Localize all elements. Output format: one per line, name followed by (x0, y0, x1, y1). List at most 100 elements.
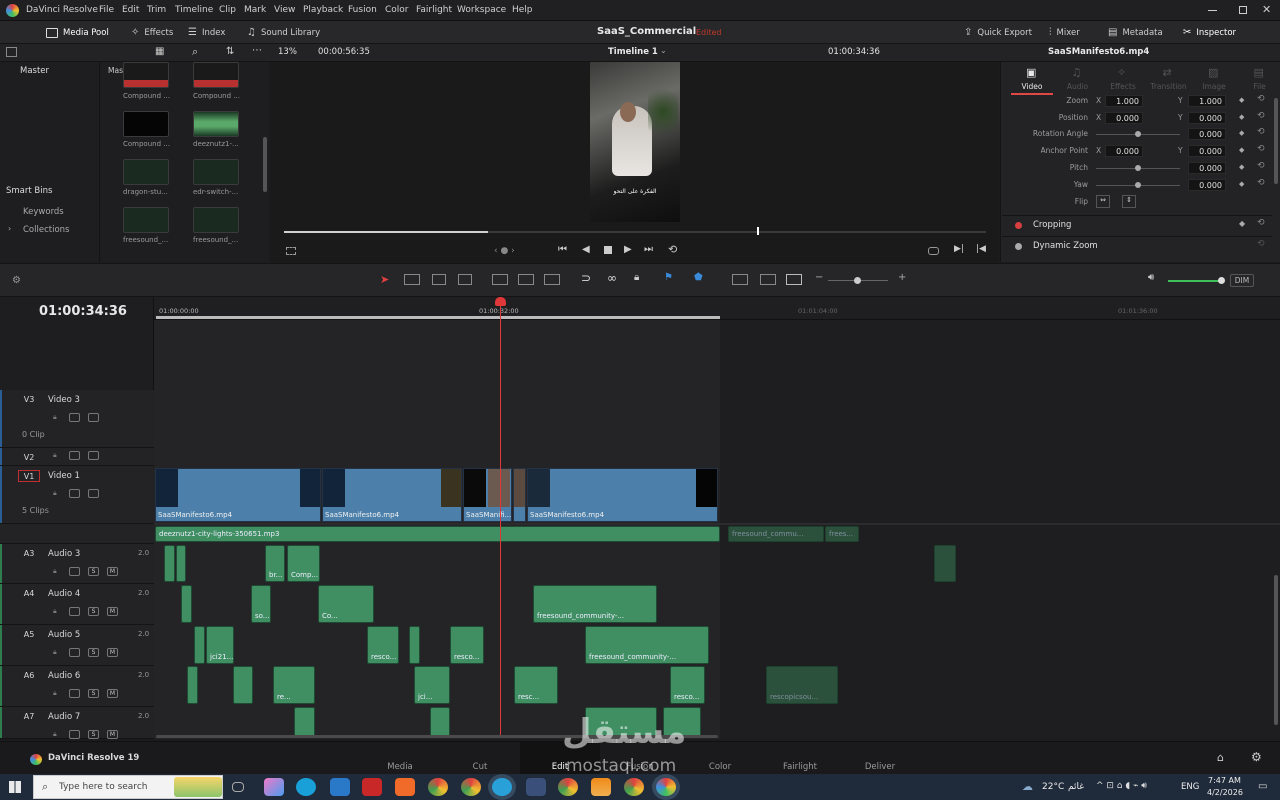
solo-button[interactable]: S (88, 730, 99, 739)
track-header-v2[interactable]: V2 🔒︎ (0, 448, 154, 466)
search-icon[interactable]: ⌕ (192, 45, 198, 59)
panel-toggle-icon[interactable] (6, 47, 17, 57)
audio-clip[interactable] (934, 545, 956, 582)
audio-clip[interactable]: frees... (825, 526, 859, 542)
track-id[interactable]: A7 (18, 711, 40, 723)
track-header-v1[interactable]: V1 Video 1 🔒︎ 5 Clips (0, 466, 154, 524)
video-clip[interactable]: SaaSManifesto6.mp4 (527, 468, 718, 522)
video-clip[interactable]: SaaSManifi... (463, 468, 512, 522)
audio-clip[interactable] (294, 707, 315, 737)
reset-icon[interactable]: ⟲ (1257, 218, 1265, 228)
notification-icon[interactable]: ▭ (1258, 781, 1267, 792)
keyframe-icon[interactable]: ◆ (1239, 219, 1245, 228)
x-value-field[interactable]: 0.000 (1105, 145, 1143, 158)
zoom-in-button[interactable]: + (898, 272, 906, 283)
media-pool-button[interactable]: Media Pool (46, 25, 109, 40)
timeline-options-icon[interactable]: ⚙ (12, 275, 21, 286)
enable-track-icon[interactable] (69, 413, 80, 422)
track-header-a3[interactable]: A3 Audio 3 🔒︎ S M 2.0 (0, 544, 154, 584)
scrubber-playhead[interactable] (756, 227, 759, 235)
mute-button[interactable]: M (107, 607, 118, 616)
volume-icon[interactable]: 🔊︎ (1148, 272, 1154, 283)
audio-clip[interactable]: freesound_commu... (728, 526, 824, 542)
audio-clip[interactable] (187, 666, 198, 704)
video-clip[interactable]: SaaSManifesto6.mp4 (155, 468, 321, 522)
zoom-custom-icon[interactable] (786, 274, 802, 285)
audio-tab-icon[interactable]: ♫ (1072, 66, 1082, 79)
more-icon[interactable]: ⋯ (252, 45, 262, 56)
trim-tool-icon[interactable] (404, 274, 420, 285)
keyframe-icon[interactable]: ◆ (1239, 96, 1244, 104)
list-view-icon[interactable]: ▦ (155, 46, 164, 57)
reset-icon[interactable]: ⟲ (1257, 127, 1265, 137)
selection-tool-icon[interactable]: ➤ (380, 273, 389, 286)
track-id[interactable]: V1 (18, 470, 40, 482)
weather-icon[interactable]: ☁ (1022, 780, 1033, 793)
track-id[interactable]: A4 (18, 588, 40, 600)
audio-clip[interactable]: resco... (670, 666, 705, 704)
audio-clip[interactable] (233, 666, 253, 704)
reset-icon[interactable]: ⟲ (1257, 111, 1265, 121)
solo-button[interactable]: S (88, 648, 99, 657)
audio-clip[interactable]: resc... (514, 666, 558, 704)
mute-button[interactable]: M (107, 648, 118, 657)
x-value-field[interactable]: 1.000 (1105, 95, 1143, 107)
file-tab-icon[interactable]: ▤ (1254, 66, 1264, 79)
track-id[interactable]: A5 (18, 629, 40, 641)
track-header-v3[interactable]: V3 Video 3 🔒︎ 0 Clip (0, 390, 154, 448)
audio-clip[interactable] (181, 585, 192, 623)
linked-selection-icon[interactable]: ∞ (607, 271, 617, 285)
lock-icon[interactable]: 🔒︎ (634, 272, 639, 283)
page-deliver[interactable]: Deliver (840, 742, 920, 775)
mute-button[interactable]: M (107, 689, 118, 698)
media-thumbnail[interactable] (193, 159, 239, 185)
media-thumbnail[interactable] (123, 159, 169, 185)
cropping-section[interactable]: Cropping ◆ ⟲ (1002, 215, 1272, 234)
effects-button[interactable]: ✧ Effects (131, 25, 173, 40)
zoom-out-button[interactable]: − (815, 272, 823, 283)
master-bin[interactable]: Master (20, 66, 49, 76)
marker-icon[interactable]: ⬟ (694, 272, 703, 283)
audio-clip[interactable] (164, 545, 175, 582)
menu-mark[interactable]: Mark (244, 5, 266, 15)
lock-icon[interactable]: 🔒︎ (53, 451, 57, 460)
keyframe-icon[interactable]: ◆ (1239, 113, 1244, 121)
track-header-a6[interactable]: A6 Audio 6 🔒︎ S M 2.0 (0, 666, 154, 707)
stop-button[interactable] (604, 246, 612, 254)
tray-icons[interactable]: ^ ⊡ ⌂ ◖ ⌁ 🔊︎ (1096, 781, 1147, 791)
lock-icon[interactable]: 🔒︎ (53, 413, 57, 422)
inspector-button[interactable]: ✂ Inspector (1183, 25, 1236, 40)
menu-timeline[interactable]: Timeline (175, 5, 213, 15)
audio-clip[interactable]: br... (265, 545, 285, 582)
zoom-full-icon[interactable] (732, 274, 748, 285)
track-name[interactable]: Audio 3 (48, 549, 80, 559)
reset-icon[interactable]: ⟲ (1257, 144, 1265, 154)
dim-button[interactable]: DIM (1230, 274, 1254, 287)
track-name[interactable]: Audio 5 (48, 630, 80, 640)
dynamic-zoom-section[interactable]: Dynamic Zoom ⟲ (1002, 236, 1272, 255)
y-value-field[interactable]: 0.000 (1188, 145, 1226, 158)
vlc-icon[interactable] (591, 778, 611, 796)
play-reverse-button[interactable]: ◀ (582, 244, 590, 255)
chrome-icon[interactable] (558, 778, 578, 796)
clock-time[interactable]: 7:47 AM (1208, 776, 1241, 785)
maximize-button[interactable] (1239, 6, 1247, 14)
keyframe-icon[interactable]: ◆ (1239, 129, 1244, 137)
audio-clip[interactable]: so... (251, 585, 271, 623)
close-button[interactable]: ✕ (1262, 3, 1271, 16)
audio-clip[interactable]: Co... (318, 585, 374, 623)
index-button[interactable]: ☰ Index (188, 25, 225, 40)
flag-icon[interactable]: ⚑ (664, 272, 673, 283)
timeline-playhead[interactable] (500, 300, 501, 736)
next-edit-icon[interactable]: ▶| (954, 244, 964, 254)
mute-button[interactable]: M (107, 730, 118, 739)
lock-icon[interactable]: 🔒︎ (53, 730, 57, 739)
track-id[interactable]: A6 (18, 670, 40, 682)
mute-icon[interactable] (69, 567, 80, 576)
viewer-zoom[interactable]: 13% (278, 47, 297, 57)
menu-fusion[interactable]: Fusion (348, 5, 377, 15)
audio-clip[interactable]: freesound_community-... (585, 626, 709, 664)
sound-library-button[interactable]: ♫ Sound Library (247, 25, 320, 40)
y-value-field[interactable]: 1.000 (1188, 95, 1226, 107)
task-view-icon[interactable] (232, 782, 244, 792)
